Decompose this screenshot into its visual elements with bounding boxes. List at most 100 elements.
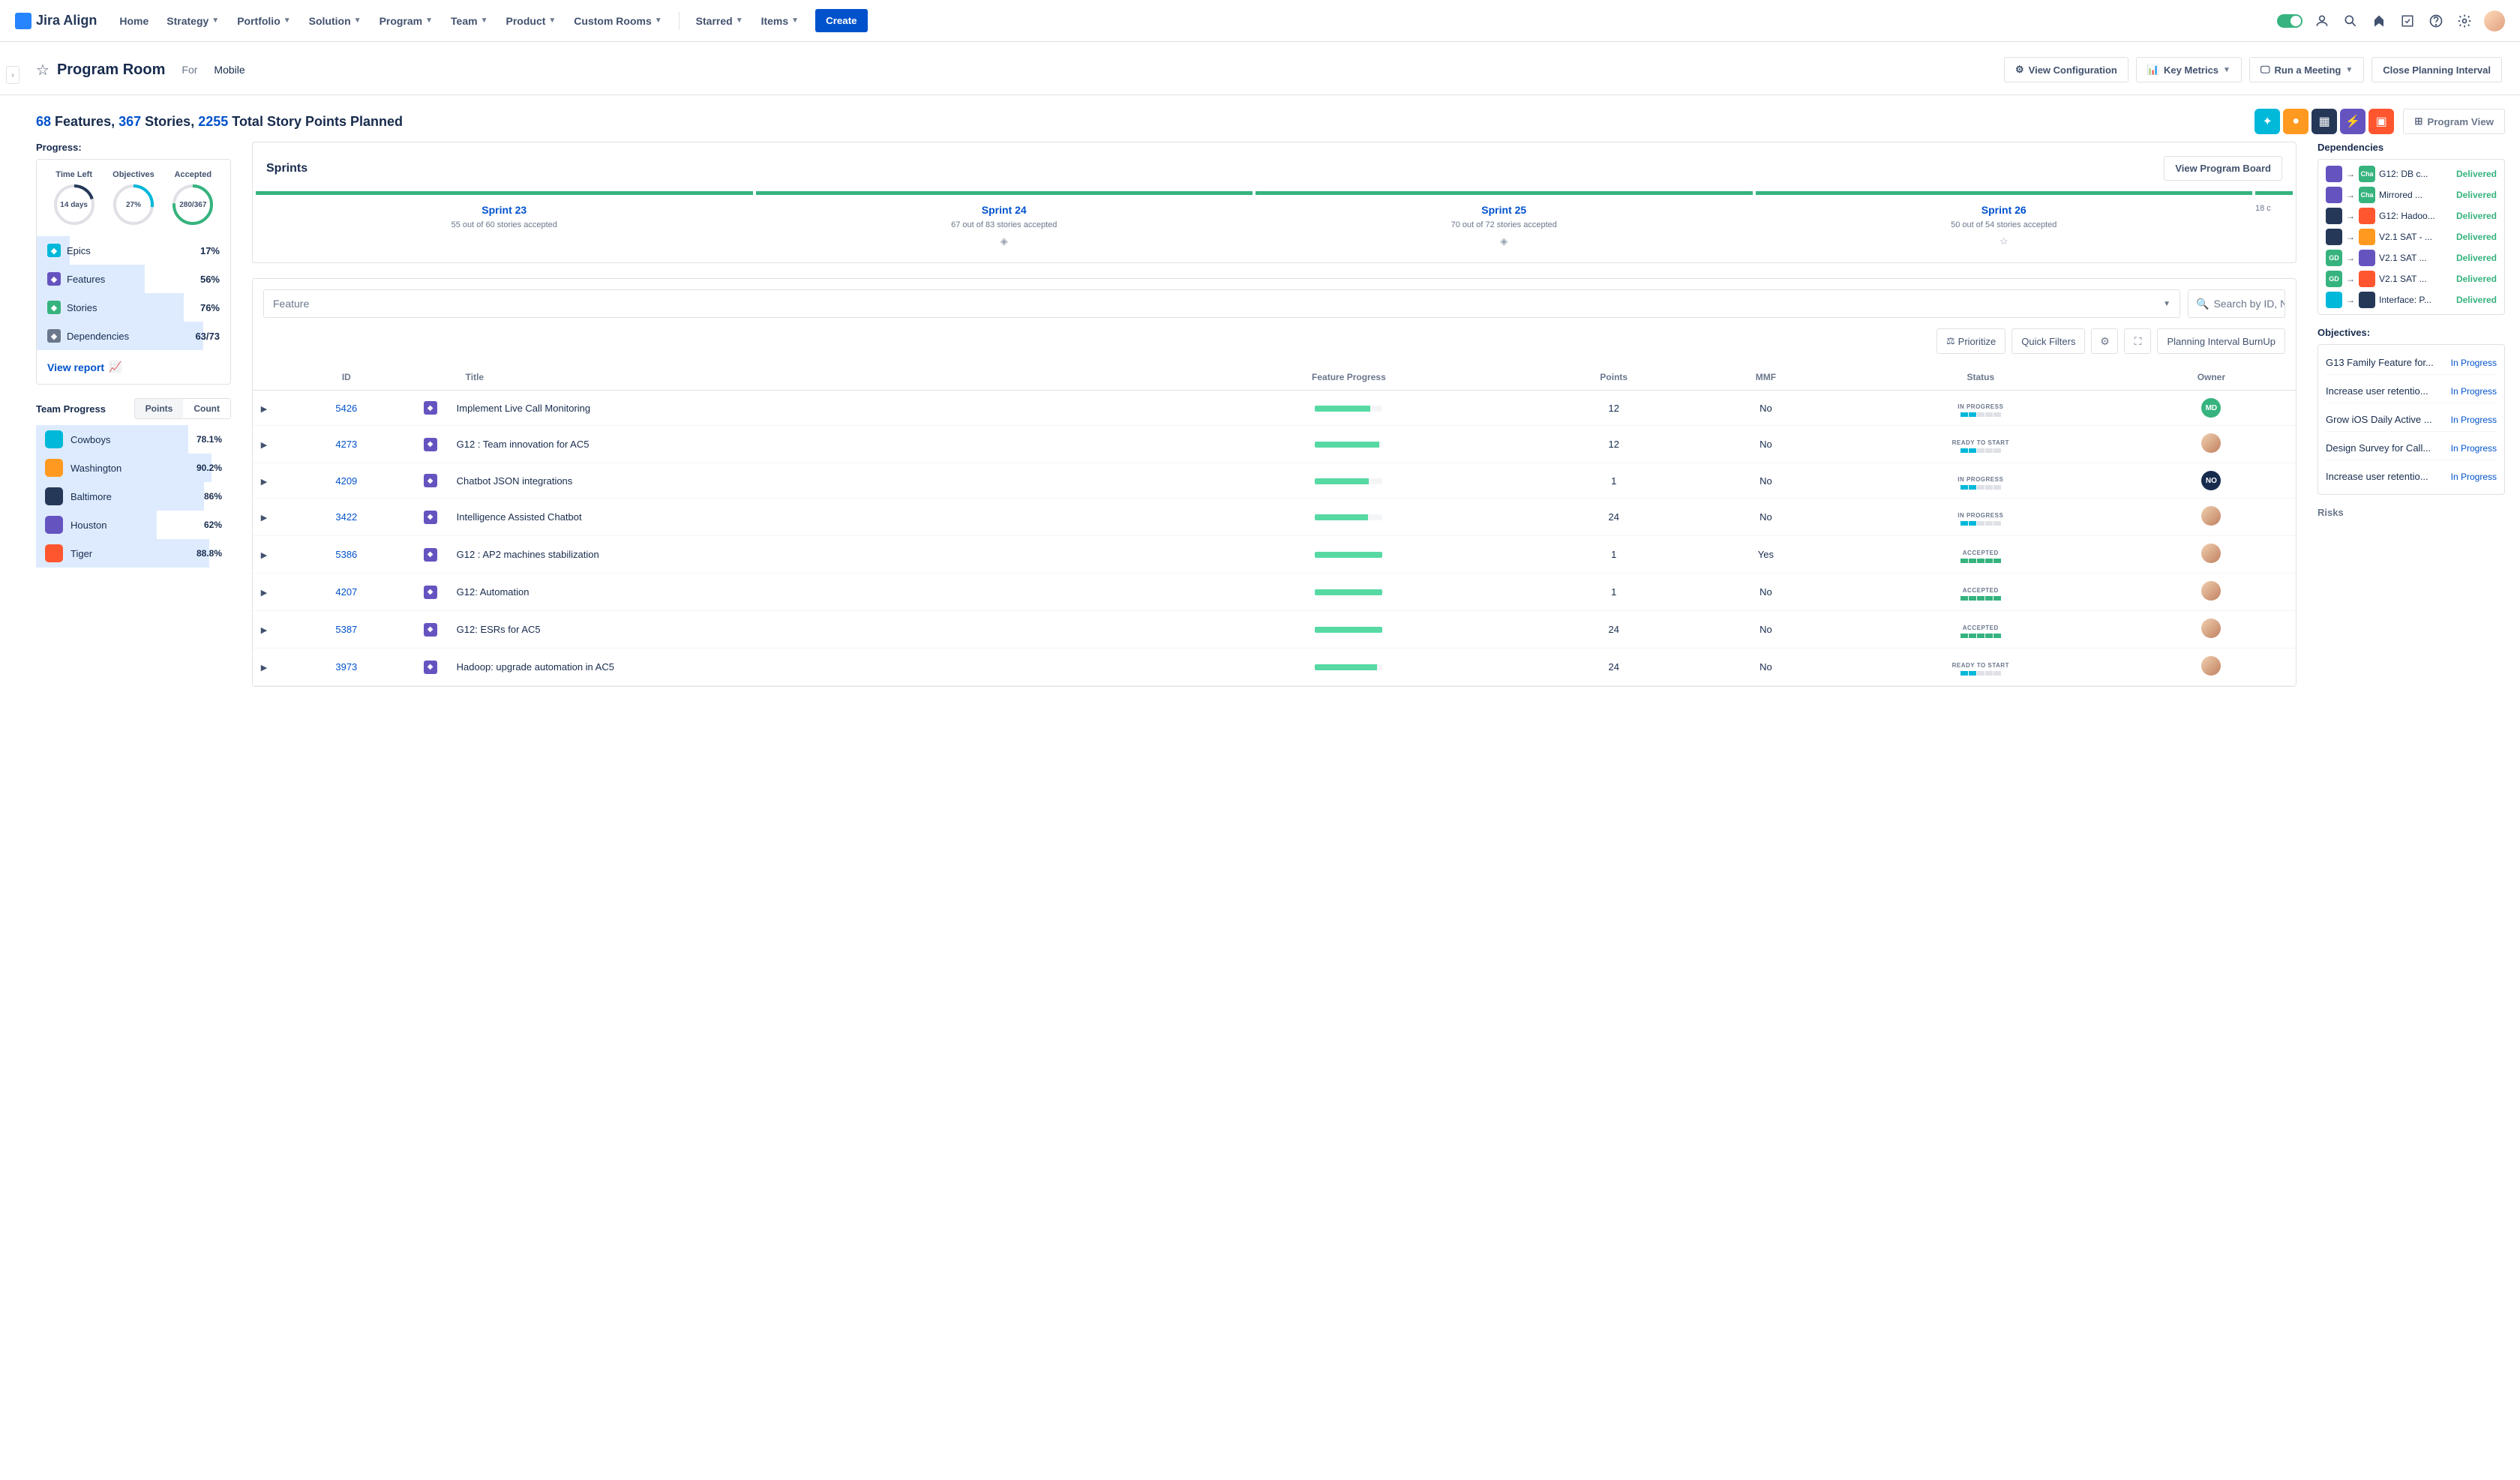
burnup-button[interactable]: Planning Interval BurnUp xyxy=(2157,328,2285,354)
nav-home[interactable]: Home xyxy=(112,9,156,33)
feature-id-link[interactable]: 5386 xyxy=(335,549,357,560)
col-status[interactable]: Status xyxy=(1834,364,2127,391)
col-owner[interactable]: Owner xyxy=(2127,364,2296,391)
expand-row-icon[interactable]: ▶ xyxy=(261,551,267,560)
team-tile[interactable]: ⚡ xyxy=(2340,109,2366,134)
owner-avatar[interactable]: NO xyxy=(2201,471,2221,490)
run-meeting-button[interactable]: 🖵Run a Meeting▼ xyxy=(2249,57,2364,82)
objective-row[interactable]: G13 Family Feature for...In Progress xyxy=(2326,351,2497,375)
sprint-column[interactable]: Sprint 2467 out of 83 stories accepted◈ xyxy=(756,191,1253,250)
dependency-row[interactable]: GD→V2.1 SAT ...Delivered xyxy=(2326,271,2497,287)
expand-row-icon[interactable]: ▶ xyxy=(261,664,267,673)
view-configuration-button[interactable]: ⚙View Configuration xyxy=(2004,57,2128,82)
favorite-star-icon[interactable]: ☆ xyxy=(36,61,50,79)
nav-product[interactable]: Product▼ xyxy=(499,9,564,33)
dependency-row[interactable]: →V2.1 SAT - ...Delivered xyxy=(2326,229,2497,245)
dependency-row[interactable]: →G12: Hadoo...Delivered xyxy=(2326,208,2497,224)
expand-row-icon[interactable]: ▶ xyxy=(261,405,267,414)
team-row[interactable]: Baltimore86% xyxy=(36,482,231,511)
team-row[interactable]: Cowboys78.1% xyxy=(36,425,231,454)
expand-row-icon[interactable]: ▶ xyxy=(261,589,267,598)
nav-items[interactable]: Items▼ xyxy=(754,9,806,33)
table-row[interactable]: ▶ 4273 ◆ G12 : Team innovation for AC5 1… xyxy=(253,426,2296,463)
nav-team[interactable]: Team▼ xyxy=(443,9,495,33)
dependency-row[interactable]: GD→V2.1 SAT ...Delivered xyxy=(2326,250,2497,266)
feature-id-link[interactable]: 5426 xyxy=(335,403,357,414)
sprint-column[interactable]: Sprint 2355 out of 60 stories accepted xyxy=(256,191,753,250)
progress-bar-row[interactable]: ◆Features56% xyxy=(37,265,230,293)
expand-row-icon[interactable]: ▶ xyxy=(261,441,267,450)
owner-avatar[interactable] xyxy=(2201,656,2221,676)
help-icon[interactable] xyxy=(2427,12,2445,30)
program-view-button[interactable]: ⊞Program View xyxy=(2403,109,2505,134)
for-value[interactable]: Mobile xyxy=(214,64,244,76)
objective-row[interactable]: Design Survey for Call...In Progress xyxy=(2326,436,2497,460)
key-metrics-button[interactable]: 📊Key Metrics▼ xyxy=(2136,57,2242,82)
team-row[interactable]: Tiger88.8% xyxy=(36,539,231,568)
sprint-column[interactable]: Sprint 2570 out of 72 stories accepted◈ xyxy=(1256,191,1753,250)
settings-button[interactable]: ⚙ xyxy=(2091,328,2118,354)
quick-filters-button[interactable]: Quick Filters xyxy=(2012,328,2085,354)
objective-row[interactable]: Grow iOS Daily Active ...In Progress xyxy=(2326,408,2497,432)
app-logo[interactable]: Jira Align xyxy=(15,13,97,29)
nav-program[interactable]: Program▼ xyxy=(372,9,440,33)
progress-bar-row[interactable]: ◆Epics17% xyxy=(37,236,230,265)
search-icon[interactable] xyxy=(2342,12,2360,30)
create-button[interactable]: Create xyxy=(815,9,868,32)
owner-avatar[interactable] xyxy=(2201,619,2221,638)
tab-points[interactable]: Points xyxy=(135,399,184,418)
owner-avatar[interactable] xyxy=(2201,506,2221,526)
expand-row-icon[interactable]: ▶ xyxy=(261,514,267,523)
prioritize-button[interactable]: ⚖Prioritize xyxy=(1936,328,2006,354)
table-row[interactable]: ▶ 3422 ◆ Intelligence Assisted Chatbot 2… xyxy=(253,499,2296,536)
table-row[interactable]: ▶ 3973 ◆ Hadoop: upgrade automation in A… xyxy=(253,649,2296,686)
table-row[interactable]: ▶ 4207 ◆ G12: Automation 1 No ACCEPTED xyxy=(253,574,2296,611)
col-id[interactable]: ID xyxy=(275,364,418,391)
expand-sidebar-button[interactable]: › xyxy=(6,66,20,84)
team-tile[interactable]: ▦ xyxy=(2312,109,2337,134)
search-input[interactable]: 🔍Search by ID, Nar xyxy=(2188,289,2285,318)
close-interval-button[interactable]: Close Planning Interval xyxy=(2372,57,2502,82)
view-report-link[interactable]: View report📈 xyxy=(37,350,230,373)
feature-id-link[interactable]: 5387 xyxy=(335,624,357,635)
feature-id-link[interactable]: 3973 xyxy=(335,661,357,673)
feature-id-link[interactable]: 4273 xyxy=(335,439,357,450)
table-row[interactable]: ▶ 5387 ◆ G12: ESRs for AC5 24 No ACCEPTE… xyxy=(253,611,2296,649)
team-tile[interactable]: ✦ xyxy=(2254,109,2280,134)
team-row[interactable]: Washington90.2% xyxy=(36,454,231,482)
owner-avatar[interactable] xyxy=(2201,433,2221,453)
nav-starred[interactable]: Starred▼ xyxy=(688,9,751,33)
col-mmf[interactable]: MMF xyxy=(1697,364,1834,391)
feature-id-link[interactable]: 4209 xyxy=(335,475,357,487)
team-tile[interactable]: ▣ xyxy=(2368,109,2394,134)
dependency-row[interactable]: →ChaMirrored ...Delivered xyxy=(2326,187,2497,203)
theme-toggle[interactable] xyxy=(2277,14,2302,28)
owner-avatar[interactable] xyxy=(2201,544,2221,563)
sprint-column[interactable]: Sprint 2650 out of 54 stories accepted☆ xyxy=(1756,191,2253,250)
expand-row-icon[interactable]: ▶ xyxy=(261,626,267,635)
owner-avatar[interactable]: MD xyxy=(2201,398,2221,418)
progress-bar-row[interactable]: ◆Dependencies63/73 xyxy=(37,322,230,350)
feature-id-link[interactable]: 3422 xyxy=(335,511,357,523)
nav-strategy[interactable]: Strategy▼ xyxy=(159,9,226,33)
team-tile[interactable]: ● xyxy=(2283,109,2308,134)
tab-count[interactable]: Count xyxy=(183,399,230,418)
col-title[interactable]: Title xyxy=(451,364,1168,391)
team-row[interactable]: Houston62% xyxy=(36,511,231,539)
objective-row[interactable]: Increase user retentio...In Progress xyxy=(2326,465,2497,488)
notifications-icon[interactable] xyxy=(2370,12,2388,30)
feature-id-link[interactable]: 4207 xyxy=(335,586,357,598)
dependency-row[interactable]: →Interface: P...Delivered xyxy=(2326,292,2497,308)
tasks-icon[interactable] xyxy=(2398,12,2416,30)
nav-custom-rooms[interactable]: Custom Rooms▼ xyxy=(566,9,669,33)
view-program-board-button[interactable]: View Program Board xyxy=(2164,156,2282,181)
table-row[interactable]: ▶ 4209 ◆ Chatbot JSON integrations 1 No … xyxy=(253,463,2296,499)
dependency-row[interactable]: →ChaG12: DB c...Delivered xyxy=(2326,166,2497,182)
table-row[interactable]: ▶ 5386 ◆ G12 : AP2 machines stabilizatio… xyxy=(253,536,2296,574)
nav-solution[interactable]: Solution▼ xyxy=(302,9,369,33)
user-avatar[interactable] xyxy=(2484,10,2505,31)
fullscreen-button[interactable]: ⛶ xyxy=(2124,328,2151,354)
owner-avatar[interactable] xyxy=(2201,581,2221,601)
progress-bar-row[interactable]: ◆Stories76% xyxy=(37,293,230,322)
table-row[interactable]: ▶ 5426 ◆ Implement Live Call Monitoring … xyxy=(253,391,2296,426)
